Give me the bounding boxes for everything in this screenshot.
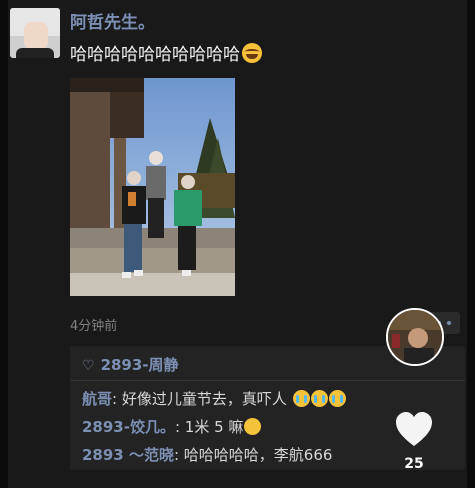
post-text: 哈哈哈哈哈哈哈哈哈哈 bbox=[70, 40, 262, 65]
comment-author[interactable]: 航哥 bbox=[82, 390, 112, 408]
post-username[interactable]: 阿哲先生。 bbox=[70, 8, 155, 33]
comment-author[interactable]: 2893-饺几。 bbox=[82, 418, 175, 436]
laughing-emoji-icon bbox=[242, 43, 262, 63]
liked-by-names[interactable]: 2893-周静 bbox=[101, 356, 179, 374]
divider bbox=[70, 380, 465, 381]
photo-image bbox=[70, 78, 235, 296]
likes-row: ♡ 2893-周静 bbox=[82, 354, 179, 375]
comment-item[interactable]: 2893 ～范晓: 哈哈哈哈哈，李航666 bbox=[82, 444, 332, 465]
user-avatar[interactable] bbox=[10, 8, 60, 58]
crying-emoji-icon bbox=[310, 390, 328, 407]
floating-avatar[interactable] bbox=[386, 308, 444, 366]
heart-outline-icon: ♡ bbox=[82, 358, 95, 374]
comment-text: : 1米 5 嘛 bbox=[174, 418, 244, 436]
post-text-content: 哈哈哈哈哈哈哈哈哈哈 bbox=[70, 45, 240, 65]
comment-item[interactable]: 2893-饺几。: 1米 5 嘛 bbox=[82, 416, 262, 437]
like-count: 25 bbox=[404, 456, 424, 472]
post-photo[interactable] bbox=[70, 78, 235, 296]
sweat-emoji-icon bbox=[244, 418, 262, 435]
crying-emoji-icon bbox=[328, 390, 346, 407]
comment-text: : 哈哈哈哈哈，李航666 bbox=[173, 446, 333, 464]
comment-author[interactable]: 2893 ～范晓 bbox=[82, 446, 174, 464]
post-time: 4分钟前 bbox=[70, 319, 118, 334]
comment-item[interactable]: 航哥: 好像过儿童节去，真吓人 bbox=[82, 388, 346, 409]
comment-text: : 好像过儿童节去，真吓人 bbox=[112, 390, 287, 408]
like-heart-icon[interactable] bbox=[394, 410, 434, 450]
dot-icon bbox=[447, 321, 451, 325]
crying-emoji-icon bbox=[292, 390, 310, 407]
